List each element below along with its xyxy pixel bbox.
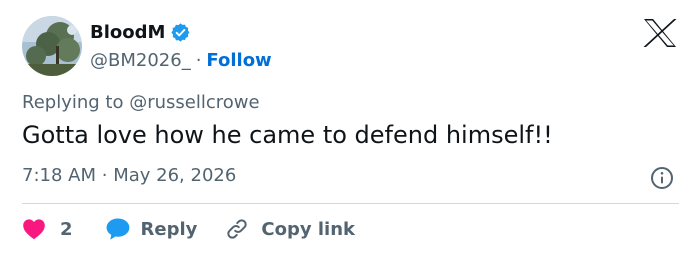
timestamp-separator: · bbox=[101, 165, 108, 186]
tweet-time: 7:18 AM bbox=[22, 165, 96, 186]
tweet-text: Gotta love how he came to defend himself… bbox=[22, 121, 553, 149]
replying-to-handle[interactable]: @russellcrowe bbox=[129, 92, 259, 113]
avatar-image bbox=[22, 16, 82, 76]
handle-separator: · bbox=[195, 49, 202, 71]
author-handle[interactable]: @BM2026_ bbox=[90, 50, 191, 71]
reply-label: Reply bbox=[140, 218, 198, 240]
like-count: 2 bbox=[60, 218, 73, 240]
avatar[interactable] bbox=[22, 16, 82, 76]
tweet-timestamp[interactable]: 7:18 AM · May 26, 2026 bbox=[22, 165, 236, 186]
author-display-name[interactable]: BloodM bbox=[90, 22, 165, 43]
link-icon bbox=[227, 219, 248, 239]
like-button[interactable]: 2 bbox=[22, 218, 73, 240]
reply-button[interactable]: Reply bbox=[105, 217, 198, 241]
divider bbox=[22, 203, 679, 204]
author-name-row: BloodM bbox=[90, 20, 191, 44]
follow-button[interactable]: Follow bbox=[206, 50, 271, 71]
tweet-embed-card: BloodM @BM2026_ · Follow Replying to @ru… bbox=[0, 0, 700, 256]
info-icon[interactable] bbox=[650, 166, 674, 190]
replying-to-prefix: Replying to bbox=[22, 92, 124, 113]
tweet-actions-bar: 2 Reply Copy link bbox=[22, 214, 355, 244]
author-handle-row: @BM2026_ · Follow bbox=[90, 48, 272, 72]
speech-bubble-icon bbox=[106, 218, 129, 240]
verified-badge-icon bbox=[171, 22, 190, 42]
replying-to-line: Replying to @russellcrowe bbox=[22, 92, 260, 113]
copy-link-button[interactable]: Copy link bbox=[225, 217, 355, 241]
copy-link-label: Copy link bbox=[261, 218, 355, 240]
x-logo-icon[interactable] bbox=[643, 18, 677, 48]
tweet-date: May 26, 2026 bbox=[113, 165, 237, 186]
heart-icon bbox=[23, 219, 45, 240]
